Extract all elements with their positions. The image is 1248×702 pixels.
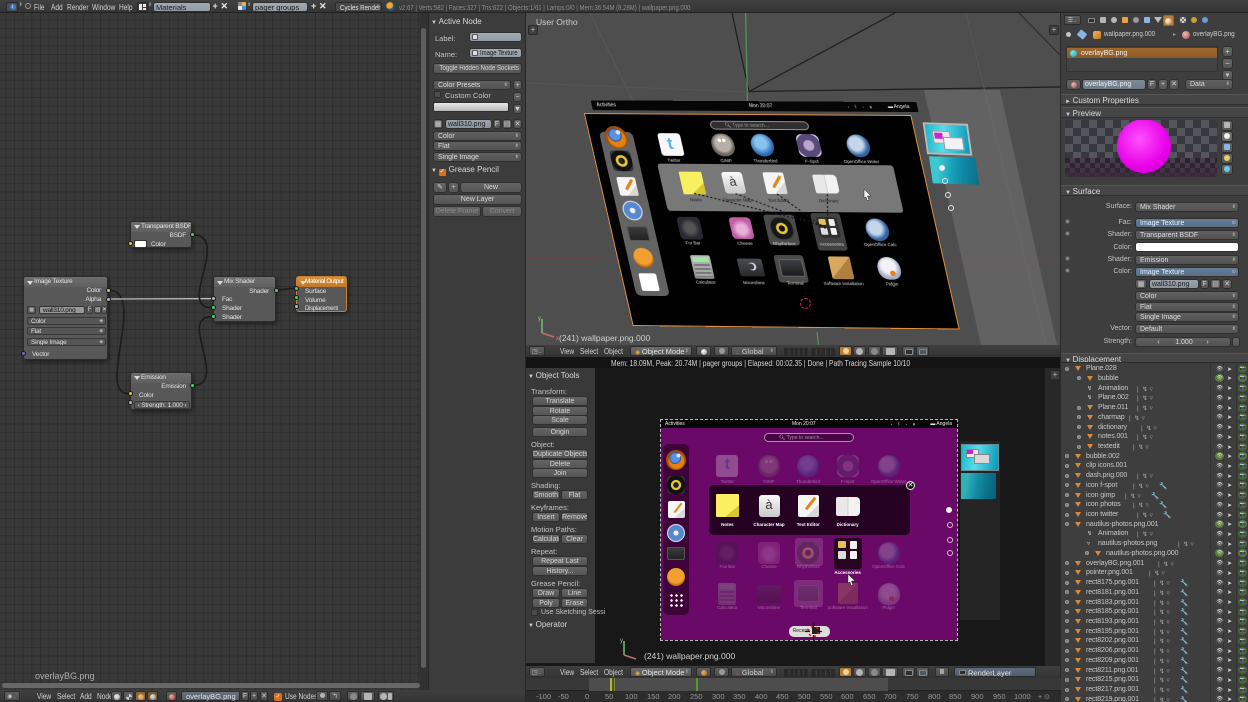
svg-text:y: y — [620, 638, 623, 644]
svg-text:y: y — [538, 316, 541, 322]
